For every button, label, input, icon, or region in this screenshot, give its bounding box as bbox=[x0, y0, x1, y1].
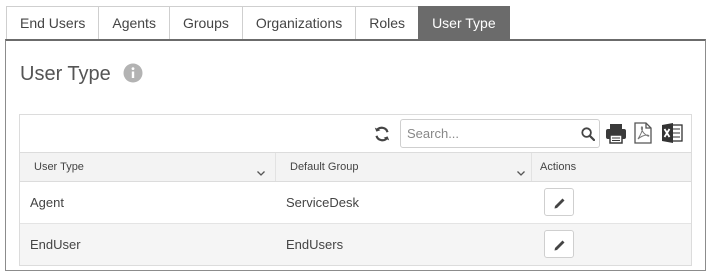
search-input[interactable] bbox=[401, 120, 571, 147]
chevron-down-icon[interactable] bbox=[256, 161, 266, 176]
tab-bar: End Users Agents Groups Organizations Ro… bbox=[6, 6, 510, 40]
tab-roles[interactable]: Roles bbox=[355, 6, 420, 40]
user-type-panel: User Type Search... User Type Default Gr… bbox=[5, 39, 706, 271]
edit-button[interactable] bbox=[544, 230, 574, 258]
table-row: EndUser EndUsers bbox=[20, 224, 691, 265]
pdf-icon[interactable] bbox=[634, 122, 652, 144]
tab-organizations[interactable]: Organizations bbox=[241, 6, 357, 40]
user-type-cell: Agent bbox=[30, 195, 64, 210]
page-title: User Type bbox=[20, 63, 111, 85]
tab-groups[interactable]: Groups bbox=[168, 6, 243, 40]
tab-user-type[interactable]: User Type bbox=[418, 6, 510, 40]
print-icon[interactable] bbox=[605, 123, 627, 144]
chevron-down-icon[interactable] bbox=[516, 161, 526, 176]
refresh-icon[interactable] bbox=[373, 125, 391, 143]
pencil-icon bbox=[554, 240, 565, 251]
column-header-user-type[interactable]: User Type bbox=[20, 153, 276, 181]
user-type-cell: EndUser bbox=[30, 237, 81, 252]
column-label: Actions bbox=[540, 161, 577, 173]
grid-toolbar bbox=[20, 115, 691, 153]
tab-agents[interactable]: Agents bbox=[98, 6, 170, 40]
default-group-cell: ServiceDesk bbox=[286, 195, 359, 210]
column-header-actions: Actions bbox=[532, 153, 691, 181]
column-header-default-group[interactable]: Default Group bbox=[276, 153, 532, 181]
table-row: Agent ServiceDesk bbox=[20, 182, 691, 224]
pencil-icon bbox=[554, 198, 565, 209]
search-box bbox=[400, 119, 600, 148]
default-group-cell: EndUsers bbox=[286, 237, 344, 252]
edit-button[interactable] bbox=[544, 188, 574, 216]
tab-end-users[interactable]: End Users bbox=[6, 6, 100, 40]
column-label: User Type bbox=[34, 161, 84, 173]
column-label: Default Group bbox=[290, 161, 359, 173]
table-header: User Type Default Group Actions bbox=[20, 153, 691, 182]
search-icon[interactable] bbox=[581, 127, 596, 142]
excel-icon[interactable] bbox=[661, 122, 683, 144]
user-type-grid: User Type Default Group Actions Agent Se… bbox=[19, 114, 692, 266]
info-icon[interactable] bbox=[123, 63, 143, 83]
